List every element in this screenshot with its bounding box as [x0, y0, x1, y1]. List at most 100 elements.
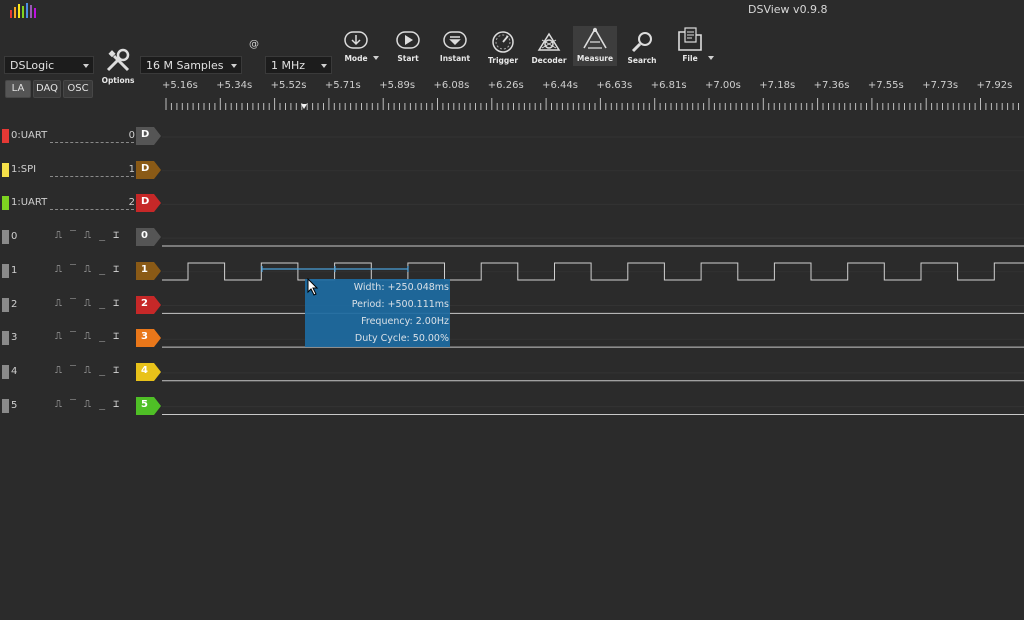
start-label: Start	[397, 54, 419, 63]
device-value: DSLogic	[10, 59, 55, 72]
channel-color-swatch[interactable]	[2, 230, 9, 245]
channel-header[interactable]: 1:SPI 1 D	[0, 160, 162, 182]
channel-color-swatch[interactable]	[2, 129, 9, 143]
channel-index: 2	[128, 197, 135, 209]
mode-dropdown-arrow-icon[interactable]	[373, 56, 379, 60]
channel-header[interactable]: 1:UART 2 D	[0, 193, 162, 215]
channel-name: 0:UART	[11, 130, 48, 141]
channel-tag[interactable]: 3	[136, 329, 162, 348]
measure-button[interactable]: Measure	[573, 26, 617, 66]
channel-tag-label: 1	[141, 263, 148, 275]
channel-color-swatch[interactable]	[2, 297, 9, 312]
trigger-edge-selector[interactable]: ⎍ ‾ ⎍ _ ⌶	[55, 230, 120, 241]
channel-name: 1:SPI	[11, 163, 37, 175]
decoder-button[interactable]: Decoder	[527, 30, 571, 66]
channel-tag-fill	[136, 261, 161, 280]
channel-tag[interactable]: D	[136, 127, 162, 145]
file-dropdown-arrow-icon[interactable]	[708, 56, 714, 60]
channel-header[interactable]: 5 ⎍ ‾ ⎍ _ ⌶ 5	[0, 396, 162, 418]
title-bar: DSView v0.9.8	[0, 0, 1024, 22]
channel-header[interactable]: 1 ⎍ ‾ ⎍ _ ⌶ 1	[0, 261, 162, 283]
chevron-down-icon	[231, 64, 237, 68]
channel-header[interactable]: 3 ⎍ ‾ ⎍ _ ⌶ 3	[0, 328, 162, 350]
trigger-position-marker-icon[interactable]	[301, 104, 307, 109]
trigger-edge-selector[interactable]: ⎍ ‾ ⎍ _ ⌶	[55, 264, 120, 275]
mode-button[interactable]: Mode	[334, 30, 378, 66]
mode-la-button[interactable]: LA	[5, 80, 31, 98]
options-button[interactable]: Options	[96, 48, 140, 85]
channel-name: 2	[11, 298, 18, 310]
measure-width: Width: +250.048ms	[353, 282, 449, 293]
waveform-area[interactable]	[162, 118, 1024, 428]
channel-tag[interactable]: D	[136, 194, 162, 213]
decoder-label: Decoder	[531, 56, 567, 65]
channel-tag[interactable]: 4	[136, 362, 162, 381]
channel-tag[interactable]: D	[136, 160, 162, 179]
channel-tag[interactable]: 5	[136, 396, 162, 415]
decoder-icon	[537, 32, 561, 51]
mode-daq-button[interactable]: DAQ	[33, 80, 61, 98]
mode-osc-button[interactable]: OSC	[63, 80, 93, 98]
channel-tag-shape	[136, 228, 161, 247]
trigger-button[interactable]: Trigger	[481, 30, 525, 66]
measure-frequency: Frequency: 2.00Hz	[361, 316, 449, 327]
options-label: Options	[101, 76, 135, 85]
channel-name: 5	[11, 399, 18, 411]
instant-icon	[443, 31, 467, 49]
channel-tag-label: D	[141, 162, 150, 174]
time-ruler[interactable]: +5.16s +5.34s +5.52s +5.71s +5.89s +6.08s +6.2…	[162, 74, 1024, 114]
trigger-edge-selector[interactable]: ⎍ ‾ ⎍ _ ⌶	[55, 399, 120, 410]
channel-name: 1:UART	[11, 197, 48, 209]
samples-select[interactable]: 16 M Samples	[140, 56, 242, 74]
file-button[interactable]: File	[668, 26, 712, 66]
app-title: DSView v0.9.8	[748, 3, 828, 16]
channel-color-swatch[interactable]	[2, 364, 9, 379]
search-icon	[631, 32, 652, 53]
channel-tag[interactable]: 2	[136, 295, 162, 314]
wrench-screwdriver-icon	[106, 48, 130, 72]
instant-label: Instant	[439, 54, 471, 63]
mouse-cursor-icon	[307, 278, 319, 296]
trigger-label: Trigger	[487, 56, 519, 65]
channel-separator	[50, 209, 134, 211]
channel-name: 4	[11, 365, 18, 377]
channel-header[interactable]: 0 ⎍ ‾ ⎍ _ ⌶ 0	[0, 227, 162, 249]
file-icon	[678, 27, 702, 51]
channel-tag-shape	[136, 362, 161, 381]
channel-index: 0	[128, 130, 135, 141]
channel-color-swatch[interactable]	[2, 263, 9, 278]
channel-tag-label: 2	[141, 297, 148, 309]
channel-tag-label: 4	[141, 364, 148, 376]
channel-color-swatch[interactable]	[2, 398, 9, 413]
channel-header[interactable]: 4 ⎍ ‾ ⎍ _ ⌶ 4	[0, 362, 162, 384]
samplerate-select[interactable]: 1 MHz	[265, 56, 332, 74]
channel-tag[interactable]: 0	[136, 228, 162, 247]
channel-tag-label: 3	[141, 331, 148, 343]
trigger-edge-selector[interactable]: ⎍ ‾ ⎍ _ ⌶	[55, 331, 120, 342]
channel-tag-label: 0	[141, 230, 148, 242]
mode-icon	[344, 31, 368, 49]
instant-button[interactable]: Instant	[433, 30, 477, 66]
ruler-ticks	[165, 98, 1019, 110]
at-label: @	[249, 39, 259, 50]
toolbar: DSLogic Options 16 M Samples @ 1 MHz Mod…	[0, 22, 1024, 85]
trigger-edge-selector[interactable]: ⎍ ‾ ⎍ _ ⌶	[55, 298, 120, 309]
channel-color-swatch[interactable]	[2, 331, 9, 346]
samplerate-value: 1 MHz	[271, 59, 306, 72]
channel-color-swatch[interactable]	[2, 196, 9, 211]
trigger-icon	[492, 31, 514, 53]
channel-tag[interactable]: 1	[136, 261, 162, 280]
device-select[interactable]: DSLogic	[4, 56, 94, 74]
channel-header[interactable]: 0:UART 0 D	[0, 126, 162, 148]
channel-tag-fill	[136, 228, 161, 247]
channel-tag-label: 5	[141, 398, 148, 410]
measure-period: Period: +500.111ms	[351, 299, 449, 310]
search-button[interactable]: Search	[620, 30, 664, 66]
channel-header[interactable]: 2 ⎍ ‾ ⎍ _ ⌶ 2	[0, 295, 162, 317]
channel-tag-fill	[136, 362, 161, 381]
trigger-edge-selector[interactable]: ⎍ ‾ ⎍ _ ⌶	[55, 365, 120, 376]
channel-tag-shape	[136, 329, 161, 348]
channel-tag-label: D	[141, 196, 150, 208]
channel-color-swatch[interactable]	[2, 162, 9, 177]
start-button[interactable]: Start	[386, 30, 430, 66]
